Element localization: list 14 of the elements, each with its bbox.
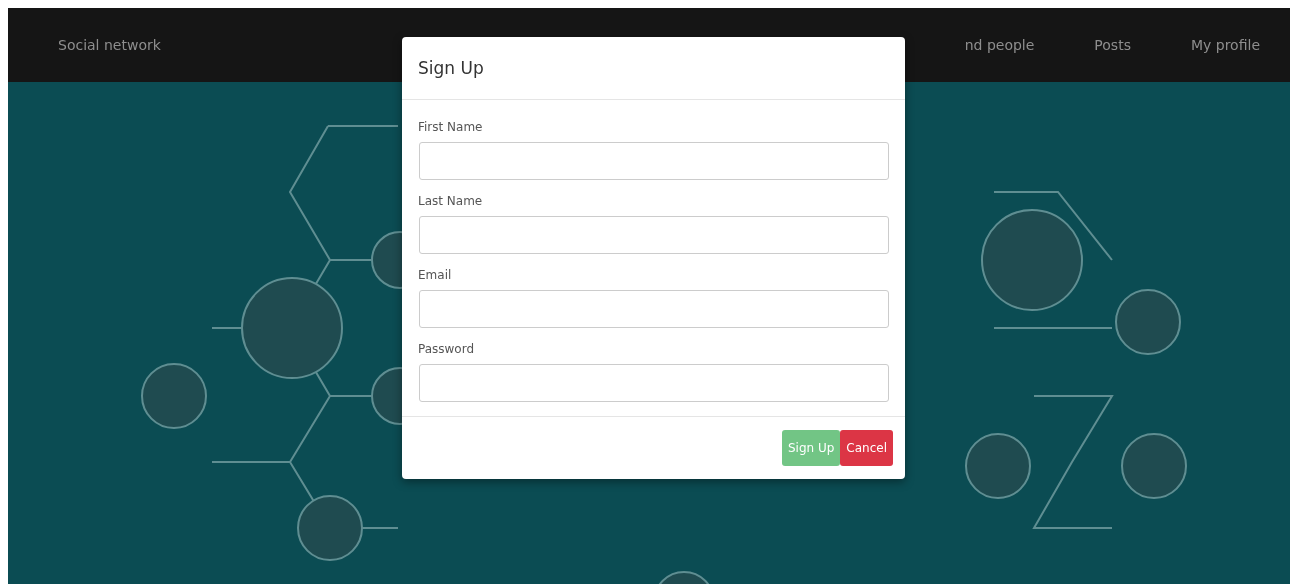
input-field[interactable] bbox=[419, 142, 889, 180]
dialog-title: Sign Up bbox=[418, 58, 484, 78]
brand-link[interactable]: Social network bbox=[58, 37, 161, 53]
field-label: Last Name bbox=[418, 194, 484, 208]
nav-link[interactable]: nd people bbox=[934, 37, 1065, 53]
field-label: First Name bbox=[418, 120, 484, 134]
nav-link[interactable]: Posts bbox=[1064, 37, 1161, 53]
field-label: Email bbox=[418, 268, 453, 282]
field-label: Password bbox=[418, 342, 476, 356]
cancel-button[interactable]: Cancel bbox=[840, 430, 893, 466]
input-field[interactable] bbox=[419, 290, 889, 328]
input-field[interactable] bbox=[419, 364, 889, 402]
nav-link[interactable]: My profile bbox=[1160, 37, 1260, 53]
input-field[interactable] bbox=[419, 216, 889, 254]
